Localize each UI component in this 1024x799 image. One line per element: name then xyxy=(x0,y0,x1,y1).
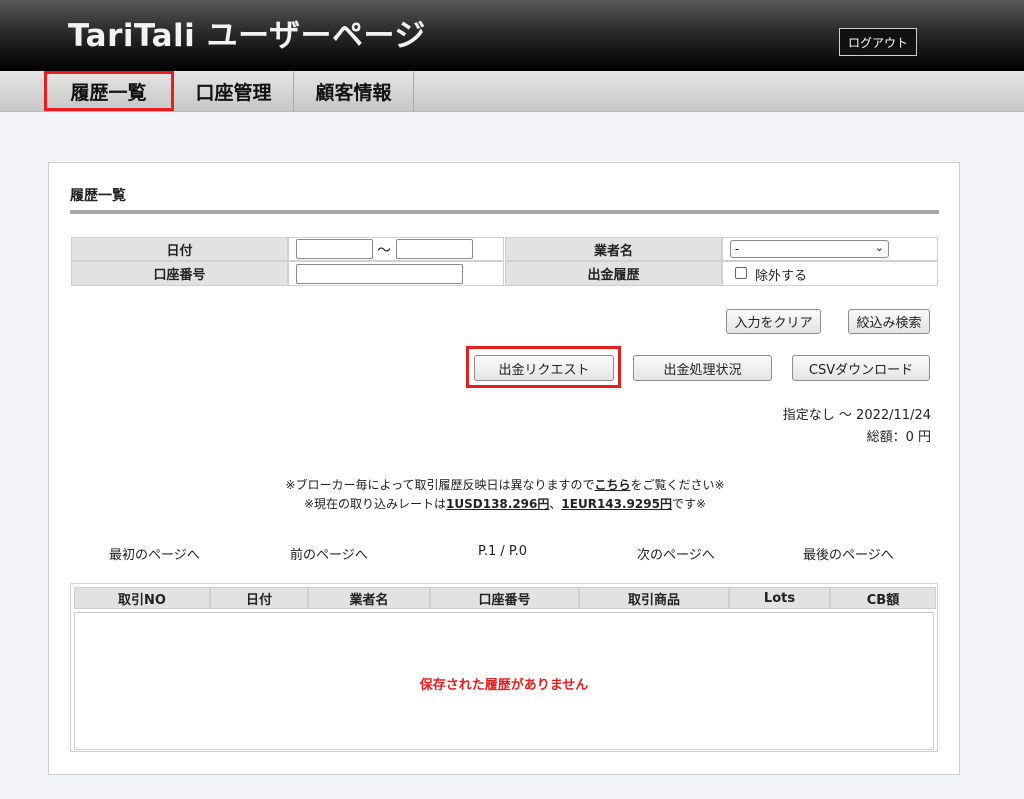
rate-separator: 、 xyxy=(549,497,562,511)
notice-line1-prefix: ※ブローカー毎によって取引履歴反映日は異なりますので xyxy=(285,478,595,492)
notice-line2-prefix: ※現在の取り込みレートは xyxy=(303,497,447,511)
eur-rate: 1EUR143.9295円 xyxy=(561,497,672,511)
filter-search-button[interactable]: 絞込み検索 xyxy=(848,309,930,334)
date-range-summary: 指定なし 〜 2022/11/24 xyxy=(782,408,931,423)
clear-input-button[interactable]: 入力をクリア xyxy=(726,309,821,334)
last-page-link[interactable]: 最後のページへ xyxy=(803,544,894,563)
prev-page-link[interactable]: 前のページへ xyxy=(290,544,368,563)
withdrawal-history-label: 出金履歴 xyxy=(505,261,722,286)
exclude-checkbox[interactable] xyxy=(735,267,747,279)
column-header-broker: 業者名 xyxy=(308,587,430,609)
broker-label: 業者名 xyxy=(505,237,722,261)
csv-download-button[interactable]: CSVダウンロード xyxy=(792,355,930,381)
site-title: TariTali ユーザーページ xyxy=(68,18,426,54)
exclude-label[interactable]: 除外する xyxy=(755,265,807,284)
column-header-date: 日付 xyxy=(210,587,308,609)
panel-title: 履歴一覧 xyxy=(70,188,126,204)
notice-line2-suffix: です※ xyxy=(671,497,707,511)
app-header: TariTali ユーザーページ ログアウト xyxy=(0,0,1024,71)
tab-account-management[interactable]: 口座管理 xyxy=(174,71,294,111)
broker-notice: ※ブローカー毎によって取引履歴反映日は異なりますのでこちらをご覧ください※ xyxy=(50,476,960,493)
page-indicator: P.1 / P.0 xyxy=(478,544,528,559)
logout-button[interactable]: ログアウト xyxy=(839,28,917,56)
date-label: 日付 xyxy=(71,237,288,261)
rate-notice: ※現在の取り込みレートは1USD138.296円、1EUR143.9295円です… xyxy=(50,495,960,512)
empty-message: 保存された履歴がありません xyxy=(419,678,589,693)
withdrawal-request-button[interactable]: 出金リクエスト xyxy=(474,355,614,381)
tab-customer-info[interactable]: 顧客情報 xyxy=(294,71,414,111)
date-separator: 〜 xyxy=(377,243,391,259)
tab-history[interactable]: 履歴一覧 xyxy=(44,71,174,111)
main-nav: 履歴一覧 口座管理 顧客情報 xyxy=(0,71,1024,112)
date-to-input[interactable] xyxy=(396,239,473,259)
notice-link[interactable]: こちら xyxy=(595,478,631,492)
broker-select-value: - xyxy=(735,242,740,256)
date-from-input[interactable] xyxy=(296,239,373,259)
history-table: 取引NO 日付 業者名 口座番号 取引商品 Lots CB額 保存された履歴があ… xyxy=(70,583,938,752)
withdrawal-status-button[interactable]: 出金処理状況 xyxy=(633,355,772,381)
chevron-down-icon: ⌄ xyxy=(874,241,884,254)
column-header-cb-amount: CB額 xyxy=(830,587,936,609)
usd-rate: 1USD138.296円 xyxy=(446,497,550,511)
next-page-link[interactable]: 次のページへ xyxy=(637,544,715,563)
account-number-input[interactable] xyxy=(296,264,463,284)
column-header-trade-no: 取引NO xyxy=(74,587,210,609)
column-header-product: 取引商品 xyxy=(579,587,729,609)
table-body: 保存された履歴がありません xyxy=(74,612,934,750)
column-header-account-number: 口座番号 xyxy=(430,587,579,609)
title-divider xyxy=(70,210,939,214)
total-amount: 総額：0 円 xyxy=(866,430,931,445)
account-label: 口座番号 xyxy=(71,261,288,286)
column-header-lots: Lots xyxy=(729,587,830,609)
first-page-link[interactable]: 最初のページへ xyxy=(109,544,200,563)
notice-line1-suffix: をご覧ください※ xyxy=(630,478,725,492)
broker-select[interactable]: - ⌄ xyxy=(730,240,889,258)
